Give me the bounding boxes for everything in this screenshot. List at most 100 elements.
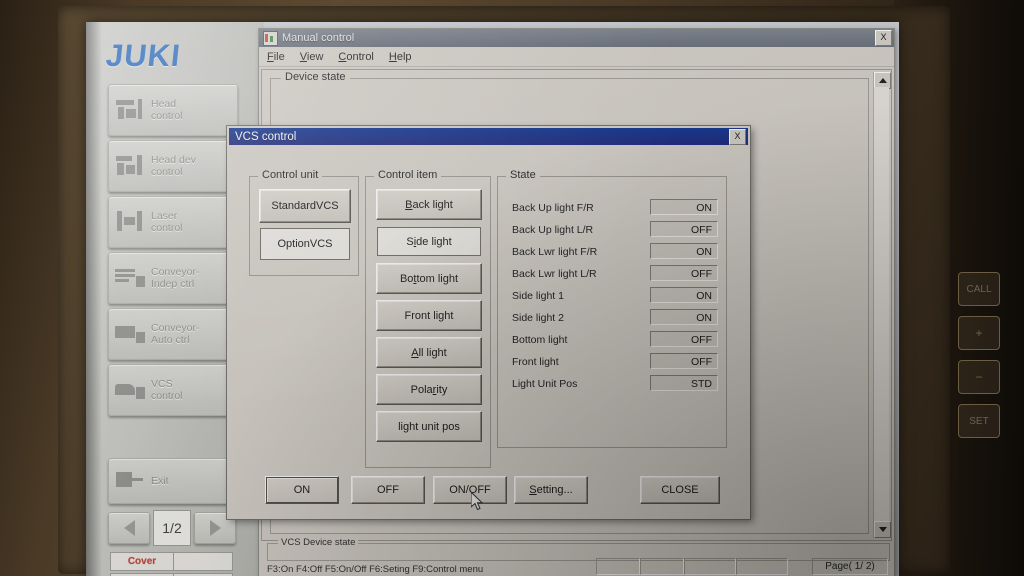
option-vcs-button-label: OptionVCS — [277, 238, 333, 250]
close-icon[interactable]: X — [729, 128, 746, 145]
head-dev-control-icon — [114, 152, 148, 180]
bottom-light-button[interactable]: Bottom light — [376, 263, 482, 294]
state-row-value: ON — [650, 243, 718, 259]
state-row: Side light 2 ON — [498, 309, 726, 331]
hardware-key-plus[interactable]: + — [958, 316, 1000, 350]
light-unit-pos-button[interactable]: light unit pos — [376, 411, 482, 442]
all-light-button[interactable]: All light — [376, 337, 482, 368]
setting-button-label: etting... — [536, 484, 573, 496]
scrollbar-track[interactable] — [874, 87, 889, 523]
side-light-button[interactable]: Side light — [376, 226, 482, 257]
vertical-scrollbar[interactable] — [873, 72, 891, 538]
back-light-button-label: ack light — [412, 198, 453, 211]
back-light-button[interactable]: Back light — [376, 189, 482, 220]
option-vcs-button[interactable]: OptionVCS — [259, 227, 351, 261]
menu-help-label: elp — [396, 50, 412, 63]
juki-logo: JUKI — [104, 38, 183, 73]
sidebar-page-indicator-label: 1/2 — [162, 520, 182, 536]
sidebar-item-conveyor-auto-ctrl-label: Conveyor- Auto ctrl — [151, 322, 200, 346]
status-row-cover: Cover — [110, 552, 236, 571]
off-button[interactable]: OFF — [351, 476, 425, 504]
head-control-icon — [114, 96, 148, 124]
sidebar-item-head-dev-control-label: Head dev control — [151, 154, 196, 178]
sidebar-page-indicator: 1/2 — [153, 510, 191, 546]
sidebar-item-conveyor-indep-ctrl[interactable]: Conveyor- Indep ctrl — [108, 252, 238, 304]
menubar: File View Control Help — [259, 47, 894, 67]
off-button-label: OFF — [377, 484, 399, 496]
close-icon[interactable]: X — [875, 30, 892, 46]
front-light-button-label: Front light — [404, 309, 454, 322]
manual-control-titlebar[interactable]: Manual control X — [259, 29, 894, 47]
status-row-cover-value — [174, 552, 233, 571]
status-panel — [736, 558, 788, 575]
conveyor-auto-icon — [114, 320, 148, 348]
state-row-value: STD — [650, 375, 718, 391]
close-button-label: CLOSE — [661, 484, 699, 496]
menu-file[interactable]: File — [267, 51, 285, 63]
sidebar-item-laser-control[interactable]: Laser control — [108, 196, 238, 248]
control-item-group: Control item Back light Side light Botto… — [365, 169, 491, 468]
status-panel — [640, 558, 684, 575]
hardware-key-minus-label: − — [975, 370, 983, 384]
exit-icon — [114, 467, 148, 495]
state-row: Side light 1 ON — [498, 287, 726, 309]
panel-shadow — [86, 22, 102, 576]
state-row: Bottom light OFF — [498, 331, 726, 353]
control-unit-group: Control unit StandardVCS OptionVCS — [249, 169, 359, 276]
state-row: Back Lwr light L/R OFF — [498, 265, 726, 287]
state-row-value: ON — [650, 199, 718, 215]
on-button[interactable]: ON — [265, 476, 339, 504]
mouse-cursor-icon — [471, 492, 484, 511]
state-row-value: ON — [650, 287, 718, 303]
menu-help[interactable]: Help — [389, 51, 412, 63]
menu-view-label: iew — [306, 50, 324, 63]
state-row-value: OFF — [650, 331, 718, 347]
on-off-button[interactable]: ON/OFF — [433, 476, 507, 504]
manual-control-title: Manual control — [282, 32, 355, 44]
state-group: State Back Up light F/R ON Back Up light… — [497, 169, 727, 448]
screen: JUKI Head control Head dev control Laser… — [86, 22, 899, 576]
on-button-label: ON — [293, 484, 311, 496]
state-row: Light Unit Pos STD — [498, 375, 726, 397]
front-light-button[interactable]: Front light — [376, 300, 482, 331]
state-row: Front light OFF — [498, 353, 726, 375]
state-row-label: Bottom light — [512, 334, 568, 346]
sidebar-item-vcs-control[interactable]: VCS control — [108, 364, 238, 416]
status-panel — [684, 558, 736, 575]
vcs-control-dialog: VCS control X Control unit StandardVCS O… — [226, 125, 751, 520]
prev-page-button[interactable] — [108, 512, 150, 544]
setting-button[interactable]: Setting... — [514, 476, 588, 504]
state-row-label: Back Up light L/R — [512, 224, 594, 236]
standard-vcs-button[interactable]: StandardVCS — [259, 189, 351, 223]
state-row: Back Up light L/R OFF — [498, 221, 726, 243]
exit-button[interactable]: Exit — [108, 458, 238, 504]
sidebar-item-head-dev-control[interactable]: Head dev control — [108, 140, 238, 192]
state-row-label: Front light — [512, 356, 559, 368]
vcs-control-titlebar[interactable]: VCS control X — [229, 128, 748, 145]
scroll-down-arrow-icon[interactable] — [874, 521, 891, 538]
hardware-key-minus[interactable]: − — [958, 360, 1000, 394]
close-button[interactable]: CLOSE — [640, 476, 720, 504]
bottom-light-button-label: tom light — [416, 272, 459, 285]
state-row-label: Back Lwr light F/R — [512, 246, 598, 258]
page-nav-row: 1/2 — [108, 510, 236, 546]
menu-view[interactable]: View — [300, 51, 324, 63]
menu-control[interactable]: Control — [338, 51, 373, 63]
sidebar-item-head-control[interactable]: Head control — [108, 84, 238, 136]
state-row: Back Up light F/R ON — [498, 199, 726, 221]
app-icon — [263, 30, 278, 46]
menu-control-label: ontrol — [346, 50, 374, 63]
state-row-value: OFF — [650, 353, 718, 369]
triangle-right-icon — [209, 520, 221, 536]
state-row-label: Back Up light F/R — [512, 202, 594, 214]
hardware-key-set[interactable]: SET — [958, 404, 1000, 438]
polarity-button[interactable]: Polarity — [376, 374, 482, 405]
laser-control-icon — [114, 208, 148, 236]
sidebar-item-conveyor-auto-ctrl[interactable]: Conveyor- Auto ctrl — [108, 308, 238, 360]
state-row-value: OFF — [650, 221, 718, 237]
hardware-key-call[interactable]: CALL — [958, 272, 1000, 306]
function-key-hints: F3:On F4:Off F5:On/Off F6:Seting F9:Cont… — [267, 564, 484, 575]
vcs-control-icon — [114, 376, 148, 404]
exit-button-label: Exit — [151, 475, 169, 487]
state-row-value: OFF — [650, 265, 718, 281]
